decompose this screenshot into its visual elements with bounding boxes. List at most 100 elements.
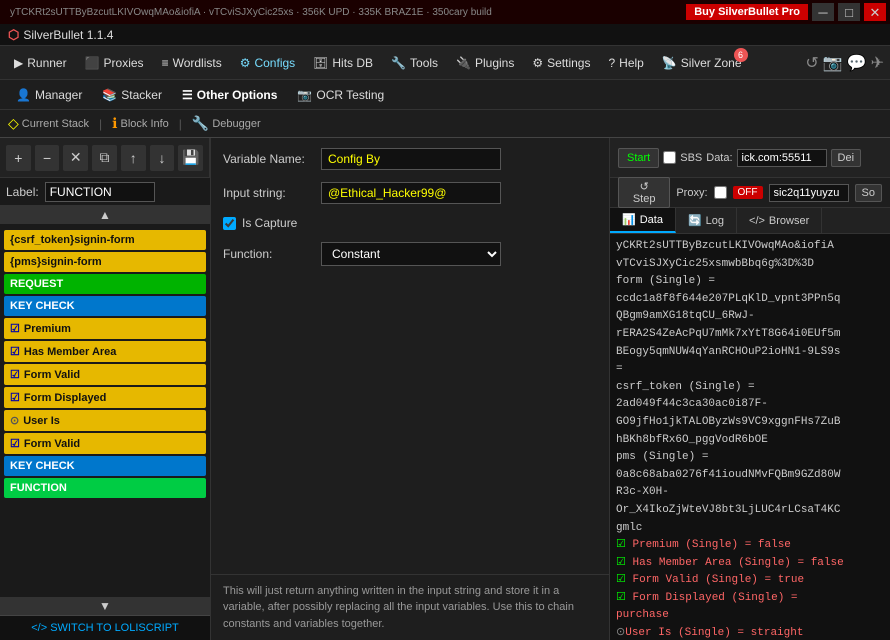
icon-refresh[interactable]: ↺ [805,53,818,73]
left-toolbar: + − ✕ ⧉ ↑ ↓ 💾 [0,138,210,178]
proxy-off-badge: OFF [733,186,763,199]
submenu-otheroptions[interactable]: ☰ Other Options [174,85,285,105]
tab-debugger[interactable]: 🔧 Debugger [192,115,261,132]
log-line-useris: ⊙User Is (Single) = straight [616,625,884,640]
silverzone-icon: 📡 [662,56,677,70]
icon-discord[interactable]: 💬 [847,53,867,73]
proxies-icon: ⬛ [85,56,100,70]
stack-item-formvalid2[interactable]: ☑ Form Valid [4,433,206,454]
move-down-button[interactable]: ↓ [150,145,175,171]
proxy-value-input[interactable] [769,184,849,202]
sidebar-item-runner[interactable]: ▶ Runner [6,52,75,74]
log-line: form (Single) = [616,273,884,291]
stack-item-keycheck2[interactable]: KEY CHECK [4,456,206,476]
dei-button[interactable]: Dei [831,149,862,167]
start-button[interactable]: Start [618,148,659,168]
sidebar-item-help[interactable]: ? Help [600,52,651,74]
circle-icon-useris: ⊙ [10,414,19,427]
function-row: Function: Constant [223,242,597,266]
minimize-button[interactable]: ─ [812,3,834,21]
sidebar-item-silverzone[interactable]: 📡 Silver Zone 6 [654,52,750,74]
sidebar-item-tools[interactable]: 🔧 Tools [383,52,446,74]
copy-block-button[interactable]: ⧉ [92,145,117,171]
blockinfo-icon: ℹ [112,115,117,132]
memberarea-label: Has Member Area [24,346,117,358]
sidebar-item-proxies[interactable]: ⬛ Proxies [77,52,152,74]
stack-item-request[interactable]: REQUEST [4,274,206,294]
stack-item-csrf[interactable]: {csrf_token}signin-form [4,230,206,250]
stack-item-premium[interactable]: ☑ Premium [4,318,206,339]
function-select[interactable]: Constant [321,242,501,266]
buy-silverbullet-pro-button[interactable]: Buy SilverBullet Pro [686,4,808,20]
close-button[interactable]: ✕ [864,3,886,21]
stack-item-pms[interactable]: {pms}signin-form [4,252,206,272]
remove-block-button[interactable]: − [35,145,60,171]
move-up-button[interactable]: ↑ [121,145,146,171]
submenu-stacker[interactable]: 📚 Stacker [94,85,170,105]
debugger-content: yCKRt2sUTTByBzcutLKIVOwqMAo&iofiA vTCviS… [610,234,890,640]
sbs-label[interactable]: SBS [663,151,702,164]
save-button[interactable]: 💾 [178,145,203,171]
is-capture-checkbox[interactable] [223,217,236,230]
maximize-button[interactable]: □ [838,3,860,21]
hitsdb-icon: 🗄 [313,56,328,70]
submenu-ocrtesting[interactable]: 📷 OCR Testing [289,85,392,105]
stacker-icon: 📚 [102,88,117,102]
sidebar-item-settings[interactable]: ⚙ Settings [524,52,598,74]
log-line-memberarea: ☑ Has Member Area (Single) = false [616,555,884,573]
data-tab-icon: 📊 [622,213,636,226]
formdisplayed-label: Form Displayed [24,392,107,404]
stack-item-formdisplayed[interactable]: ☑ Form Displayed [4,387,206,408]
help-icon: ? [608,56,615,70]
check-icon-formdisplayed: ☑ [10,391,20,404]
log-line: Or_X4IkoZjWteVJ8bt3LjLUC4rLCsaT4KC [616,502,884,520]
request-label: REQUEST [10,278,63,290]
sidebar-item-plugins[interactable]: 🔌 Plugins [448,52,522,74]
main-content: + − ✕ ⧉ ↑ ↓ 💾 Label: ▲ {csrf_token}signi… [0,138,890,640]
step-button[interactable]: ↺ Step [618,177,670,208]
add-block-button[interactable]: + [6,145,31,171]
stack-item-useris[interactable]: ⊙ User Is [4,410,206,431]
scroll-up-button[interactable]: ▲ [0,206,210,224]
log-line: ccdc1a8f8f644e207PLqKlD_vpnt3PPn5q [616,291,884,309]
close-block-button[interactable]: ✕ [63,145,88,171]
log-line: GO9jfHo1jkTALOByzWs9VC9xggnFHs7ZuB [616,414,884,432]
title-scroll-text: yTCKRt2sUTTByBzcutLKIVOwqMAo&iofiA · vTC… [4,7,682,18]
log-line: gmlc [616,520,884,538]
sidebar-item-configs[interactable]: ⚙ Configs [232,52,303,74]
tab-block-info[interactable]: ℹ Block Info [112,115,169,132]
submenu-manager[interactable]: 👤 Manager [8,85,90,105]
tab-sep2: | [179,117,182,131]
icon-camera[interactable]: 📷 [823,53,843,73]
log-line: BEogy5qmNUW4qYanRCHOuP2ioHN1-9LS9s [616,344,884,362]
stack-item-function[interactable]: FUNCTION [4,478,206,498]
log-line: 0a8c68aba0276f41ioudNMvFQBm9GZd80W [616,467,884,485]
input-string-input[interactable] [321,182,501,204]
icon-telegram[interactable]: ✈ [871,53,884,73]
tab-log[interactable]: 🔄 Log [676,208,737,233]
sidebar-item-wordlists[interactable]: ≡ Wordlists [154,52,230,74]
debugger-row2: ↺ Step Proxy: OFF So [610,178,890,208]
data-input[interactable] [737,149,827,167]
proxy-toggle-label[interactable] [714,186,727,199]
log-line-formdisplayed: ☑ Form Displayed (Single) = [616,590,884,608]
log-line: R3c-X0H- [616,484,884,502]
sbs-checkbox[interactable] [663,151,676,164]
label-prefix: Label: [6,185,39,199]
silverzone-badge: 6 [734,48,748,62]
stack-item-memberarea[interactable]: ☑ Has Member Area [4,341,206,362]
label-input[interactable] [45,182,155,202]
scroll-down-button[interactable]: ▼ [0,597,210,615]
tab-data[interactable]: 📊 Data [610,208,676,233]
variable-name-input[interactable] [321,148,501,170]
stack-item-keycheck1[interactable]: KEY CHECK [4,296,206,316]
so-button[interactable]: So [855,184,882,202]
switch-to-loliscript-button[interactable]: </> SWITCH TO LOLISCRIPT [0,615,210,640]
tabs-row: ◇ Current Stack | ℹ Block Info | 🔧 Debug… [0,110,890,138]
tab-browser[interactable]: </> Browser [737,208,822,233]
stack-item-formvalid1[interactable]: ☑ Form Valid [4,364,206,385]
proxy-checkbox[interactable] [714,186,727,199]
sidebar-item-hitsdb[interactable]: 🗄 Hits DB [305,52,381,74]
tab-current-stack[interactable]: ◇ Current Stack [8,115,89,132]
formvalid2-label: Form Valid [24,438,80,450]
